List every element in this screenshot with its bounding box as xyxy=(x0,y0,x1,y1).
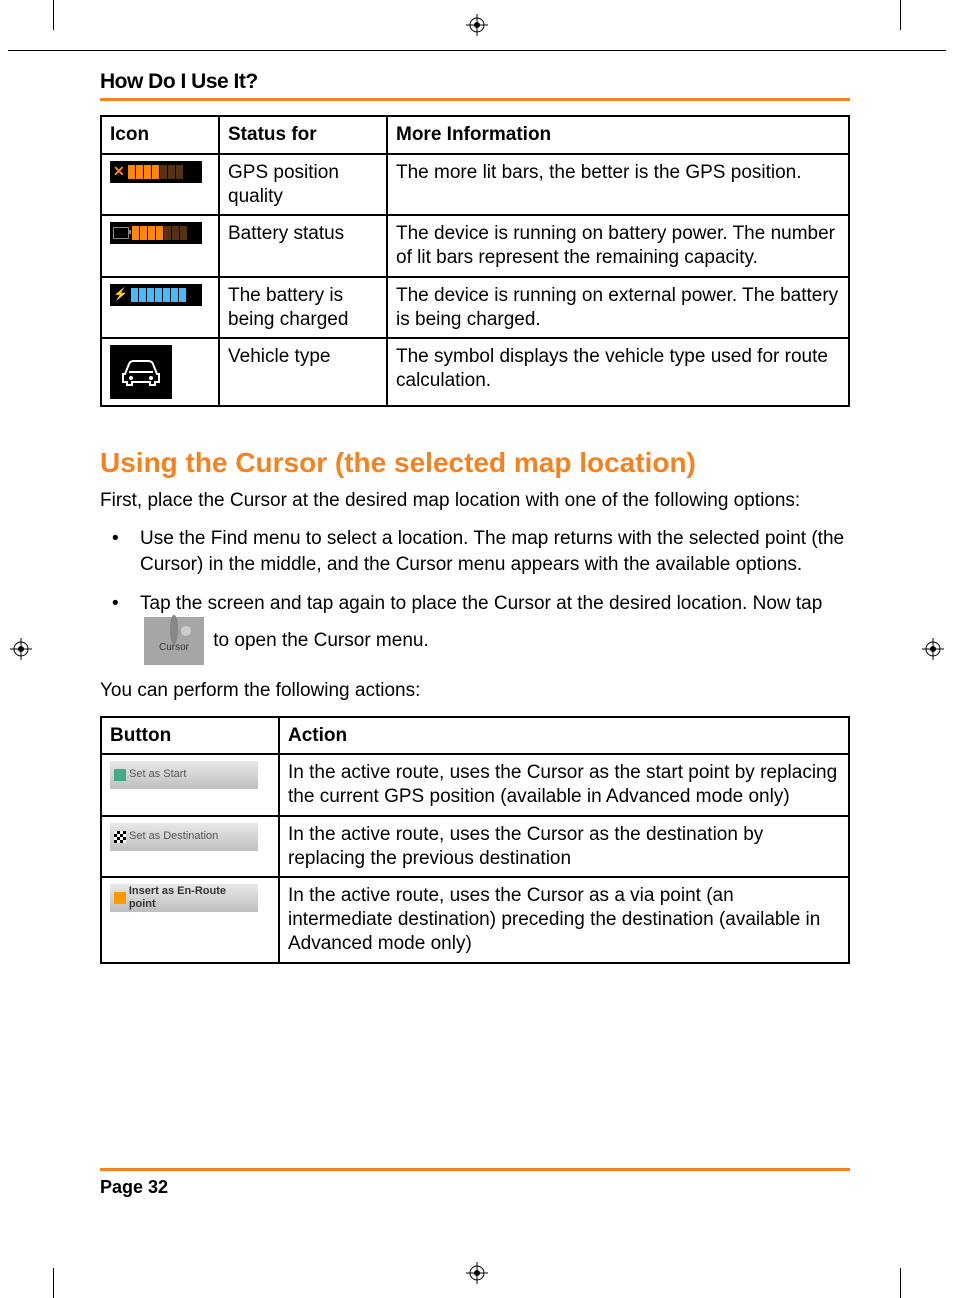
info-text: The device is running on external power.… xyxy=(387,277,849,339)
battery-charging-icon: ⚡ xyxy=(101,277,219,339)
crop-mark xyxy=(900,1268,901,1298)
status-text: GPS position quality xyxy=(219,154,387,216)
flag-green-icon xyxy=(114,769,126,781)
page-content: How Do I Use It? Icon Status for More In… xyxy=(100,70,850,994)
table-row: Vehicle type The symbol displays the veh… xyxy=(101,338,849,406)
cursor-button-icon: Cursor xyxy=(144,617,204,665)
info-text: The symbol displays the vehicle type use… xyxy=(387,338,849,406)
section-heading: Using the Cursor (the selected map locat… xyxy=(100,447,850,479)
info-text: The more lit bars, the better is the GPS… xyxy=(387,154,849,216)
button-label: Set as Destination xyxy=(129,830,218,844)
col-header-status: Status for xyxy=(219,116,387,154)
button-label: Set as Start xyxy=(129,768,186,782)
action-text: In the active route, uses the Cursor as … xyxy=(279,816,849,878)
flag-checkered-icon xyxy=(114,831,126,843)
bullet-text-a: Tap the screen and tap again to place th… xyxy=(140,593,822,614)
table-header-row: Icon Status for More Information xyxy=(101,116,849,154)
status-text: Vehicle type xyxy=(219,338,387,406)
table-row: Battery status The device is running on … xyxy=(101,215,849,277)
flag-orange-icon xyxy=(114,892,126,904)
page-number: Page 32 xyxy=(100,1177,850,1198)
col-header-button: Button xyxy=(101,717,279,755)
col-header-info: More Information xyxy=(387,116,849,154)
intro-paragraph: First, place the Cursor at the desired m… xyxy=(100,489,850,514)
footer-rule xyxy=(100,1168,850,1171)
status-icons-table: Icon Status for More Information ✕ GPS p… xyxy=(100,115,850,407)
action-text: In the active route, uses the Cursor as … xyxy=(279,877,849,962)
status-text: The battery is being charged xyxy=(219,277,387,339)
table-header-row: Button Action xyxy=(101,717,849,755)
crop-mark xyxy=(53,1268,54,1298)
table-row: Insert as En-Route point In the active r… xyxy=(101,877,849,962)
registration-mark-icon xyxy=(466,14,488,36)
button-cell: Set as Start xyxy=(101,754,279,816)
registration-mark-icon xyxy=(922,638,944,660)
set-as-start-button: Set as Start xyxy=(110,761,258,789)
registration-mark-icon xyxy=(10,638,32,660)
button-cell: Insert as En-Route point xyxy=(101,877,279,962)
table-row: Set as Destination In the active route, … xyxy=(101,816,849,878)
crop-mark xyxy=(53,0,54,30)
button-label: Insert as En-Route point xyxy=(129,885,254,913)
status-text: Battery status xyxy=(219,215,387,277)
page-footer: Page 32 xyxy=(100,1168,850,1198)
set-as-destination-button: Set as Destination xyxy=(110,823,258,851)
table-row: ✕ GPS position quality The more lit bars… xyxy=(101,154,849,216)
table-row: ⚡ The battery is being charged The devic… xyxy=(101,277,849,339)
crop-frame xyxy=(8,50,946,51)
crop-mark xyxy=(900,0,901,30)
table-row: Set as Start In the active route, uses t… xyxy=(101,754,849,816)
header-rule xyxy=(100,98,850,101)
col-header-action: Action xyxy=(279,717,849,755)
vehicle-type-icon xyxy=(101,338,219,406)
registration-mark-icon xyxy=(466,1262,488,1284)
col-header-icon: Icon xyxy=(101,116,219,154)
options-list: Use the Find menu to select a location. … xyxy=(100,526,850,665)
list-item: Use the Find menu to select a location. … xyxy=(100,526,850,577)
actions-intro: You can perform the following actions: xyxy=(100,679,850,704)
action-text: In the active route, uses the Cursor as … xyxy=(279,754,849,816)
battery-status-icon xyxy=(101,215,219,277)
insert-enroute-button: Insert as En-Route point xyxy=(110,884,258,912)
button-cell: Set as Destination xyxy=(101,816,279,878)
page-header: How Do I Use It? xyxy=(100,70,850,94)
bullet-text-b: to open the Cursor menu. xyxy=(213,630,428,651)
info-text: The device is running on battery power. … xyxy=(387,215,849,277)
actions-table: Button Action Set as Start In the active… xyxy=(100,716,850,964)
list-item: Tap the screen and tap again to place th… xyxy=(100,591,850,665)
gps-quality-icon: ✕ xyxy=(101,154,219,216)
